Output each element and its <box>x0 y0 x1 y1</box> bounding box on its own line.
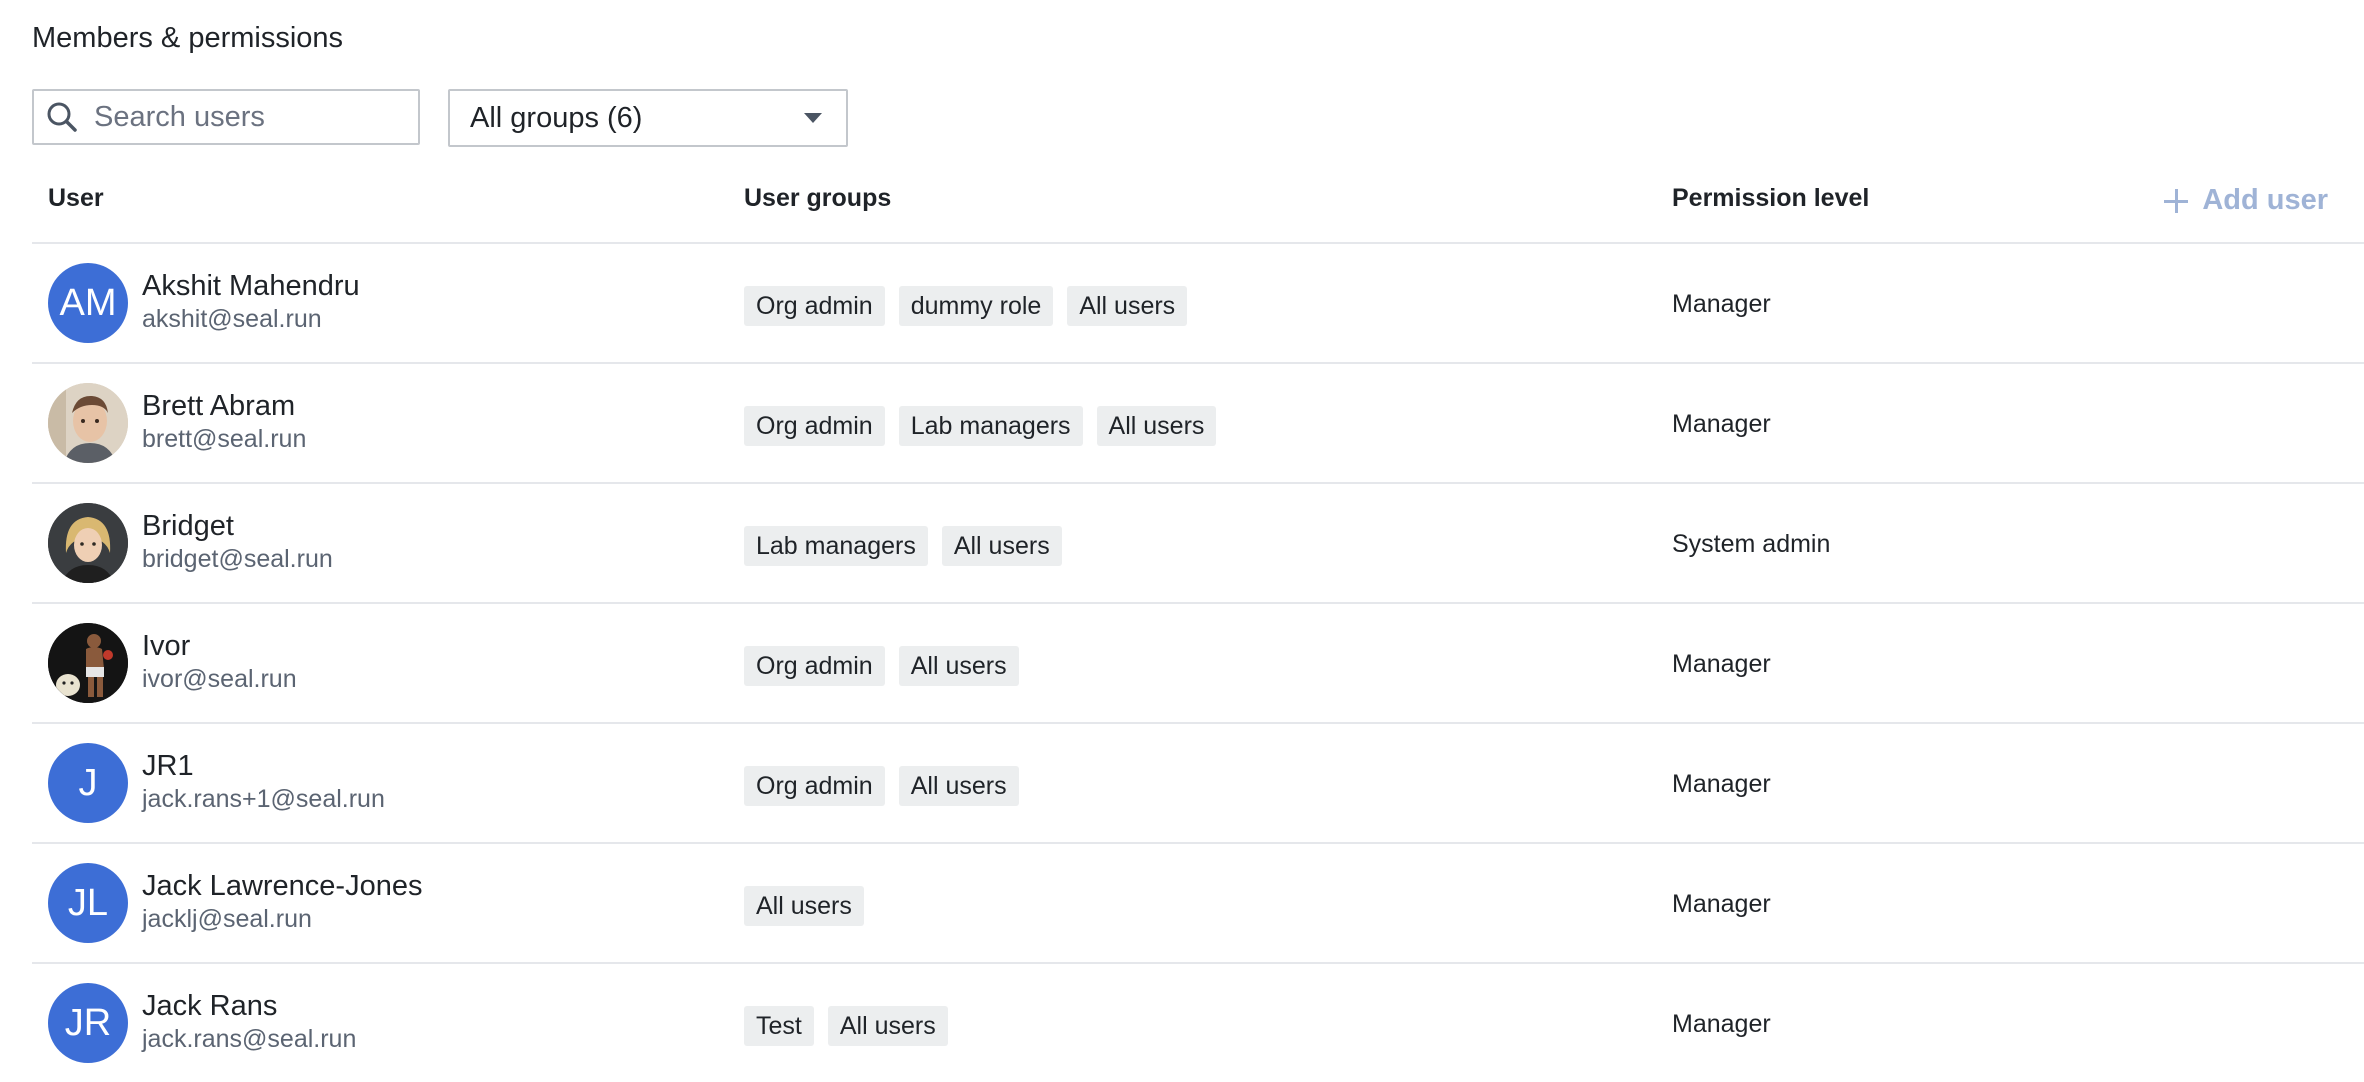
table-row[interactable]: JL Jack Lawrence-Jones jacklj@seal.run A… <box>32 844 2364 964</box>
table-row[interactable]: AM Akshit Mahendru akshit@seal.run Org a… <box>32 244 2364 364</box>
search-box[interactable] <box>32 89 420 145</box>
user-info: Jack Lawrence-Jones jacklj@seal.run <box>142 868 422 934</box>
group-tag: All users <box>941 526 1062 566</box>
avatar-photo <box>48 383 128 463</box>
user-name: Bridget <box>142 510 234 542</box>
groups-filter-value: All groups (6) <box>470 101 643 134</box>
permission-level[interactable]: Manager <box>1672 410 1771 439</box>
user-email: jack.rans@seal.run <box>142 1025 357 1053</box>
plus-icon <box>2164 188 2189 213</box>
permission-level[interactable]: Manager <box>1672 1010 1771 1039</box>
toolbar: All groups (6) <box>32 89 848 147</box>
search-icon <box>44 99 80 135</box>
column-header-user: User <box>48 184 104 212</box>
group-tag: dummy role <box>898 286 1054 326</box>
avatar: J <box>48 743 128 823</box>
avatar-initials: JR <box>64 1001 112 1044</box>
avatar: JL <box>48 863 128 943</box>
group-tag: Org admin <box>744 766 885 806</box>
user-info: Jack Rans jack.rans@seal.run <box>142 988 356 1054</box>
permission-level[interactable]: Manager <box>1672 290 1771 319</box>
user-info: Akshit Mahendru akshit@seal.run <box>142 268 360 334</box>
page-title: Members & permissions <box>32 22 344 54</box>
user-info: Brett Abram brett@seal.run <box>142 388 306 454</box>
group-tag: All users <box>744 886 864 926</box>
user-groups: Org admin Lab managers All users <box>744 406 1217 446</box>
group-tag: Lab managers <box>744 526 928 566</box>
user-groups: Org admin All users <box>744 646 1019 686</box>
user-email: brett@seal.run <box>142 425 307 453</box>
search-input[interactable] <box>92 99 396 135</box>
members-table: User User groups Permission level Add us… <box>32 160 2364 1082</box>
permission-level[interactable]: Manager <box>1672 770 1771 799</box>
members-permissions-page: Members & permissions All groups (6) Use… <box>0 0 2364 1082</box>
avatar-initials: J <box>78 761 98 804</box>
user-email: ivor@seal.run <box>142 665 297 693</box>
groups-filter-select[interactable]: All groups (6) <box>448 89 848 147</box>
group-tag: All users <box>898 766 1019 806</box>
table-row[interactable]: Brett Abram brett@seal.run Org admin Lab… <box>32 364 2364 484</box>
group-tag: All users <box>898 646 1019 686</box>
user-name: Brett Abram <box>142 390 296 422</box>
user-name: Jack Rans <box>142 990 278 1022</box>
user-email: jacklj@seal.run <box>142 905 312 933</box>
user-name: Ivor <box>142 630 191 662</box>
user-groups: Org admin dummy role All users <box>744 286 1188 326</box>
user-email: bridget@seal.run <box>142 545 333 573</box>
user-groups: Test All users <box>744 1006 948 1046</box>
avatar: AM <box>48 263 128 343</box>
avatar: JR <box>48 983 128 1063</box>
table-row[interactable]: J JR1 jack.rans+1@seal.run Org admin All… <box>32 724 2364 844</box>
add-user-button[interactable]: Add user <box>2164 184 2328 217</box>
user-email: akshit@seal.run <box>142 305 322 333</box>
avatar-initials: AM <box>59 281 117 324</box>
user-groups: Org admin All users <box>744 766 1019 806</box>
user-email: jack.rans+1@seal.run <box>142 785 385 813</box>
column-header-permission: Permission level <box>1672 184 1870 212</box>
permission-level[interactable]: Manager <box>1672 650 1771 679</box>
table-row[interactable]: Bridget bridget@seal.run Lab managers Al… <box>32 484 2364 604</box>
user-name: Akshit Mahendru <box>142 270 360 302</box>
user-name: JR1 <box>142 750 194 782</box>
caret-down-icon <box>804 113 822 123</box>
permission-level[interactable]: System admin <box>1672 530 1830 559</box>
table-header: User User groups Permission level Add us… <box>32 160 2364 244</box>
avatar-initials: JL <box>67 881 109 924</box>
user-groups: All users <box>744 886 864 926</box>
group-tag: Org admin <box>744 406 885 446</box>
group-tag: Test <box>744 1006 814 1046</box>
group-tag: Org admin <box>744 286 885 326</box>
group-tag: All users <box>827 1006 948 1046</box>
user-groups: Lab managers All users <box>744 526 1062 566</box>
table-row[interactable]: Ivor ivor@seal.run Org admin All users M… <box>32 604 2364 724</box>
group-tag: Org admin <box>744 646 885 686</box>
user-info: Bridget bridget@seal.run <box>142 508 333 574</box>
column-header-groups: User groups <box>744 184 892 212</box>
avatar-photo <box>48 623 128 703</box>
add-user-label: Add user <box>2202 184 2328 216</box>
permission-level[interactable]: Manager <box>1672 890 1771 919</box>
group-tag: All users <box>1096 406 1217 446</box>
user-info: JR1 jack.rans+1@seal.run <box>142 748 385 814</box>
table-row[interactable]: JR Jack Rans jack.rans@seal.run Test All… <box>32 964 2364 1082</box>
group-tag: All users <box>1067 286 1188 326</box>
user-name: Jack Lawrence-Jones <box>142 870 423 902</box>
avatar-photo <box>48 503 128 583</box>
user-info: Ivor ivor@seal.run <box>142 628 297 694</box>
group-tag: Lab managers <box>898 406 1083 446</box>
